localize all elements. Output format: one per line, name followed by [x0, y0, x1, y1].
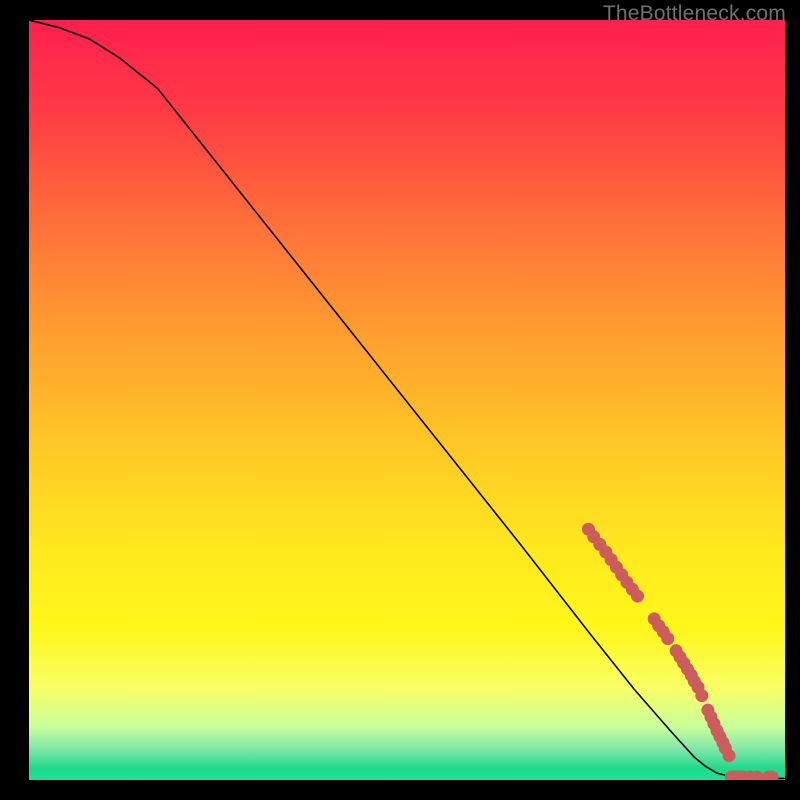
chart-background	[29, 20, 785, 780]
highlight-point	[695, 689, 708, 702]
chart-plot	[29, 20, 785, 780]
highlight-point	[661, 632, 674, 645]
chart-svg	[29, 20, 785, 780]
chart-stage: TheBottleneck.com	[0, 0, 800, 800]
highlight-point	[723, 749, 736, 762]
highlight-point	[631, 590, 644, 603]
